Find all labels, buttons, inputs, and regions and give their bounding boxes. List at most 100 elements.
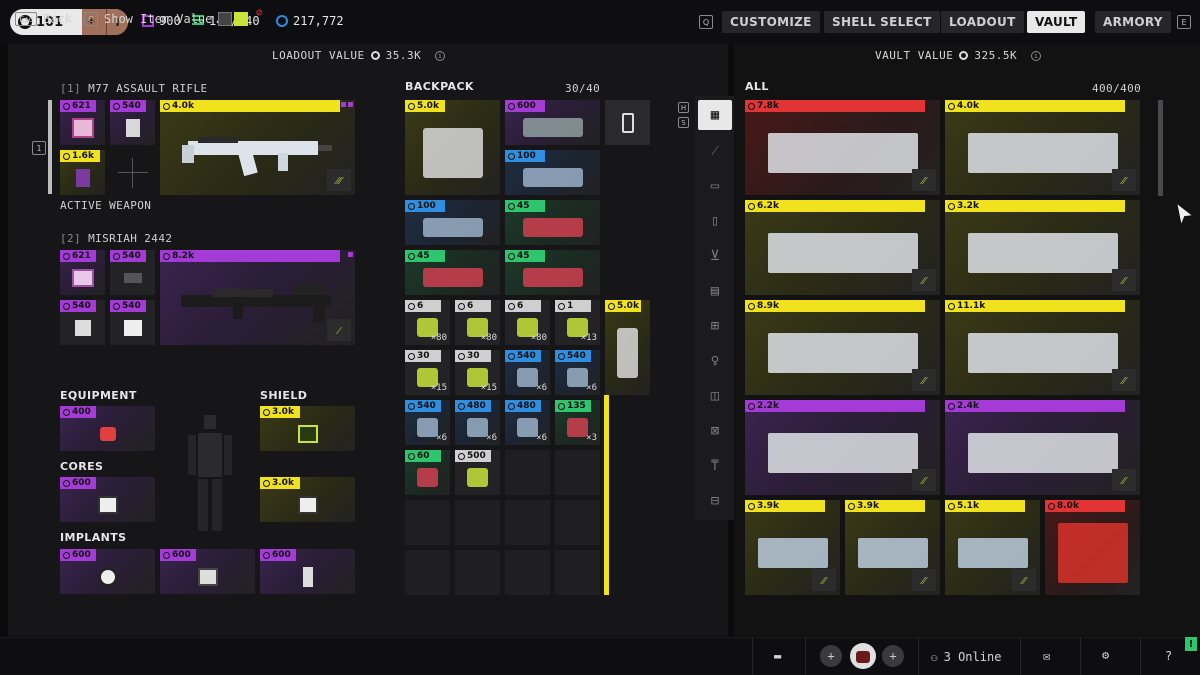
weapon2-mod-slot[interactable]: 540: [110, 300, 155, 345]
filter-key-icon[interactable]: ⍑: [698, 451, 732, 481]
vault-item[interactable]: 7.8k ⁄⁄: [745, 100, 940, 195]
backpack-scrollbar[interactable]: [604, 395, 609, 595]
weapon2-mod-slot[interactable]: 540: [110, 250, 155, 295]
backpack-item[interactable]: 100: [405, 200, 500, 245]
item-value-tag: 11.1k: [945, 300, 1125, 312]
chat-icon[interactable]: ▬: [774, 649, 781, 663]
empty-backpack-slot[interactable]: [405, 550, 450, 595]
settings-gear-icon[interactable]: ⚙: [1102, 648, 1109, 662]
back-button[interactable]: Esc Back: [15, 12, 72, 26]
add-squad-left-icon[interactable]: +: [820, 645, 842, 667]
tab-customize[interactable]: CUSTOMIZE: [722, 11, 820, 33]
add-squad-right-icon[interactable]: +: [882, 645, 904, 667]
filter-body-icon[interactable]: ♀: [698, 346, 732, 376]
backpack-item[interactable]: 60: [405, 450, 450, 495]
empty-backpack-slot[interactable]: [505, 550, 550, 595]
weapon1-mod-slot[interactable]: 621: [60, 100, 105, 145]
implant-slot[interactable]: 600: [160, 549, 255, 594]
implant-slot[interactable]: 600: [60, 549, 155, 594]
backpack-item[interactable]: 6 ×80: [455, 300, 500, 345]
vault-item[interactable]: 4.0k ⁄⁄: [945, 100, 1140, 195]
empty-backpack-slot[interactable]: [555, 550, 600, 595]
backpack-item[interactable]: 135 ×3: [555, 400, 600, 445]
backpack-item[interactable]: 5.0k: [405, 100, 500, 195]
filter-consumables-icon[interactable]: ▯: [698, 206, 732, 236]
empty-backpack-slot[interactable]: [455, 500, 500, 545]
character-slot[interactable]: [605, 100, 650, 145]
vault-item[interactable]: 8.0k: [1045, 500, 1140, 595]
weapon1-slot[interactable]: 4.0k ⁄⁄⁄: [160, 100, 355, 195]
weapon2-mod-slot[interactable]: 621: [60, 250, 105, 295]
core-slot[interactable]: 600: [60, 477, 155, 522]
mail-icon[interactable]: ✉: [1043, 649, 1050, 663]
backpack-item[interactable]: 540 ×6: [405, 400, 450, 445]
backpack-item[interactable]: 45: [505, 250, 600, 295]
empty-backpack-slot[interactable]: [405, 500, 450, 545]
filter-salvage-icon[interactable]: ⊠: [698, 416, 732, 446]
vault-item[interactable]: 3.9k ⁄⁄: [845, 500, 940, 595]
implant-slot[interactable]: 600: [260, 549, 355, 594]
backpack-item[interactable]: 6 ×80: [405, 300, 450, 345]
empty-backpack-slot[interactable]: [455, 550, 500, 595]
item-quantity: ×6: [586, 383, 597, 393]
weapon2-slot[interactable]: 8.2k ⁄: [160, 250, 355, 345]
backpack-item[interactable]: 500: [455, 450, 500, 495]
vault-item[interactable]: 3.2k ⁄⁄: [945, 200, 1140, 295]
backpack-item[interactable]: 45: [405, 250, 500, 295]
help-icon[interactable]: ?: [1165, 649, 1172, 663]
vault-item[interactable]: 8.9k ⁄⁄: [745, 300, 940, 395]
filter-mods-icon[interactable]: ▤: [698, 276, 732, 306]
equipment-slot[interactable]: 400: [60, 406, 155, 451]
show-item-value-toggle[interactable]: C Show Item Value: [84, 12, 249, 26]
vault-scrollbar[interactable]: [1158, 100, 1163, 196]
empty-backpack-slot[interactable]: [555, 500, 600, 545]
backpack-item[interactable]: 480 ×6: [455, 400, 500, 445]
vault-item[interactable]: 2.4k ⁄⁄: [945, 400, 1140, 495]
notification-badge[interactable]: !: [1185, 637, 1197, 651]
backpack-item-tall[interactable]: 5.0k: [605, 300, 650, 395]
empty-backpack-slot[interactable]: [505, 450, 550, 495]
filter-backpack-icon[interactable]: ⊟: [698, 486, 732, 516]
backpack-item[interactable]: 1 ×13: [555, 300, 600, 345]
tab-armory[interactable]: ARMORY: [1095, 11, 1171, 33]
vault-item[interactable]: 3.9k ⁄⁄: [745, 500, 840, 595]
info-icon[interactable]: i: [1031, 50, 1042, 61]
backpack-item[interactable]: 30 ×15: [405, 350, 450, 395]
tab-loadout[interactable]: LOADOUT: [941, 11, 1024, 33]
shield-slot[interactable]: 3.0k: [260, 406, 355, 451]
vault-item[interactable]: 6.2k ⁄⁄: [745, 200, 940, 295]
backpack-item[interactable]: 45: [505, 200, 600, 245]
tab-vault[interactable]: VAULT: [1027, 11, 1086, 33]
mod-icon: [66, 116, 99, 139]
weapon1-mod-slot[interactable]: 1.6k: [60, 150, 105, 195]
filter-ammo-icon[interactable]: ▭: [698, 171, 732, 201]
tab-shell-select[interactable]: SHELL SELECT: [824, 11, 940, 33]
backpack-item[interactable]: 30 ×15: [455, 350, 500, 395]
backpack-item[interactable]: 600: [505, 100, 600, 145]
weapon1-mod-slot[interactable]: 540: [110, 100, 155, 145]
filter-all-icon[interactable]: ▦: [698, 100, 732, 130]
player-avatar[interactable]: [850, 643, 876, 669]
backpack-item[interactable]: 540 ×6: [505, 350, 550, 395]
backpack-item[interactable]: 480 ×6: [505, 400, 550, 445]
item-quantity: ×15: [430, 383, 447, 393]
filter-inbox-icon[interactable]: ⊻: [698, 241, 732, 271]
vault-item[interactable]: 5.1k ⁄⁄: [945, 500, 1040, 595]
info-icon[interactable]: i: [435, 50, 446, 61]
backpack-item[interactable]: 6 ×80: [505, 300, 550, 345]
backpack-item[interactable]: 540 ×6: [555, 350, 600, 395]
empty-backpack-slot[interactable]: [555, 450, 600, 495]
filter-weapons-icon[interactable]: ⁄: [698, 136, 732, 166]
vault-item[interactable]: 11.1k ⁄⁄: [945, 300, 1140, 395]
online-friends[interactable]: ⚇ 3 Online: [931, 650, 1001, 664]
vault-item[interactable]: 2.2k ⁄⁄: [745, 400, 940, 495]
core-slot[interactable]: 3.0k: [260, 477, 355, 522]
alert-icon[interactable]: ⊘: [256, 6, 263, 19]
ammo-type-icon: ⁄⁄: [912, 369, 936, 391]
empty-mod-slot-icon[interactable]: [118, 158, 148, 188]
filter-chip-icon[interactable]: ⊞: [698, 311, 732, 341]
weapon2-mod-slot[interactable]: 540: [60, 300, 105, 345]
filter-core-icon[interactable]: ◫: [698, 381, 732, 411]
backpack-item[interactable]: 100: [505, 150, 600, 195]
empty-backpack-slot[interactable]: [505, 500, 550, 545]
